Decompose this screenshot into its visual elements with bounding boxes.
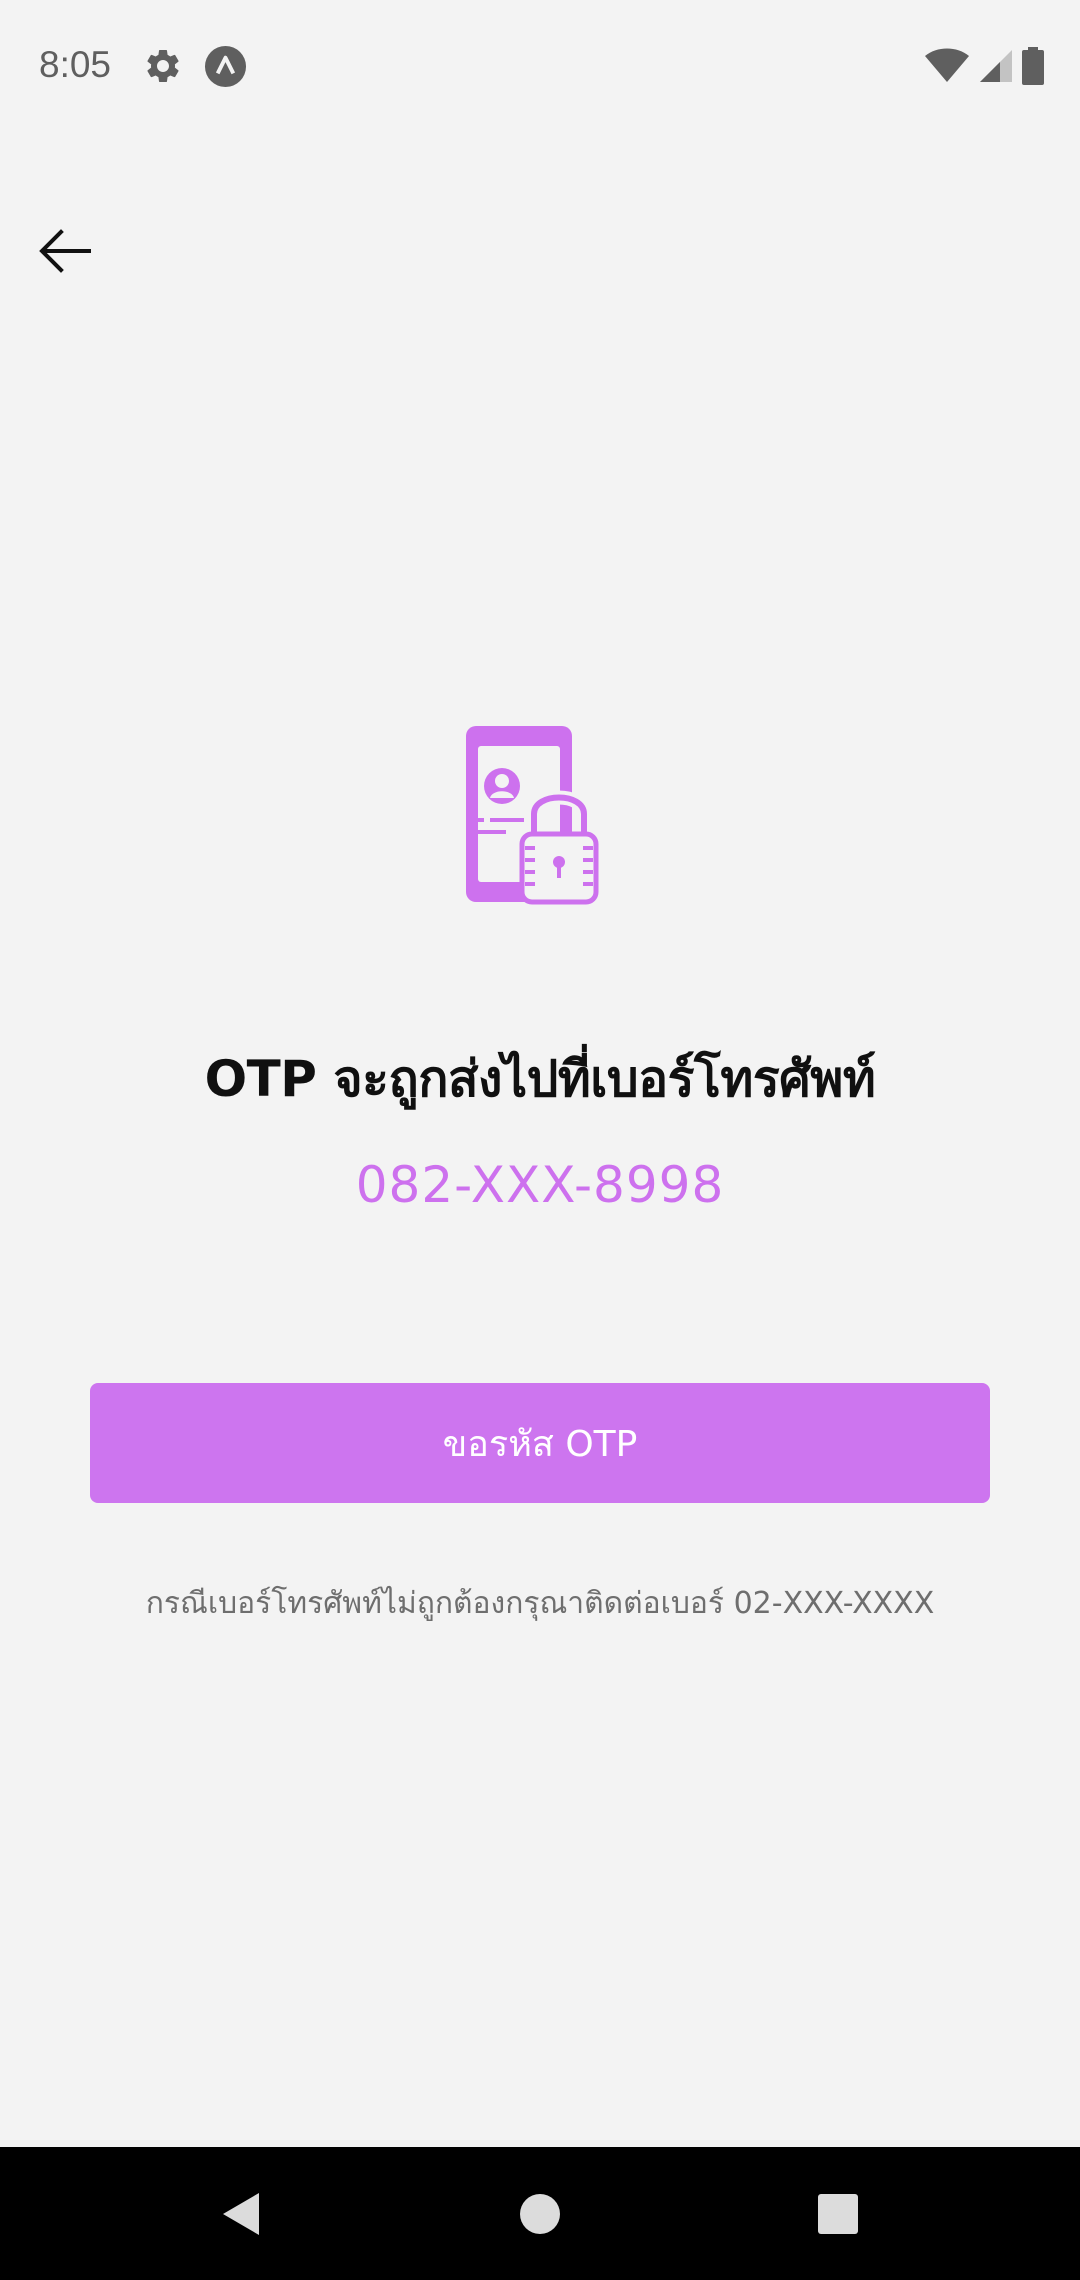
a-badge-icon: [204, 45, 247, 88]
nav-home-button[interactable]: [470, 2147, 610, 2280]
back-button[interactable]: [28, 214, 102, 288]
contact-help-text: กรณีเบอร์โทรศัพท์ไม่ถูกต้องกรุณาติดต่อเบ…: [145, 1586, 935, 1621]
signal-icon: [980, 50, 1012, 82]
battery-icon: [1022, 47, 1044, 85]
nav-back-icon: [223, 2192, 259, 2235]
navigation-bar: [0, 2147, 1080, 2280]
nav-recents-button[interactable]: [768, 2147, 908, 2280]
status-time: 8:05: [39, 44, 112, 85]
request-otp-button[interactable]: ขอรหัส OTP: [90, 1383, 990, 1503]
otp-title: OTP จะถูกส่งไปที่เบอร์โทรศัพท์: [204, 1050, 876, 1108]
otp-request-screen: 8:05 OTP จะถูกส่งไปที่เบอร์โทรศัพท์ 082-…: [0, 0, 1080, 2280]
nav-home-icon: [520, 2193, 560, 2234]
nav-back-button[interactable]: [171, 2147, 311, 2280]
status-bar: 8:05: [0, 0, 1080, 136]
wifi-icon: [925, 48, 969, 82]
nav-recents-icon: [818, 2193, 858, 2234]
masked-phone-number: 082-XXX-8998: [355, 1156, 725, 1214]
arrow-left-icon: [39, 229, 91, 273]
status-icons: [924, 46, 1044, 86]
phone-lock-icon: [466, 726, 599, 905]
gear-icon: [147, 49, 179, 82]
request-otp-button-label: ขอรหัส OTP: [442, 1423, 638, 1465]
